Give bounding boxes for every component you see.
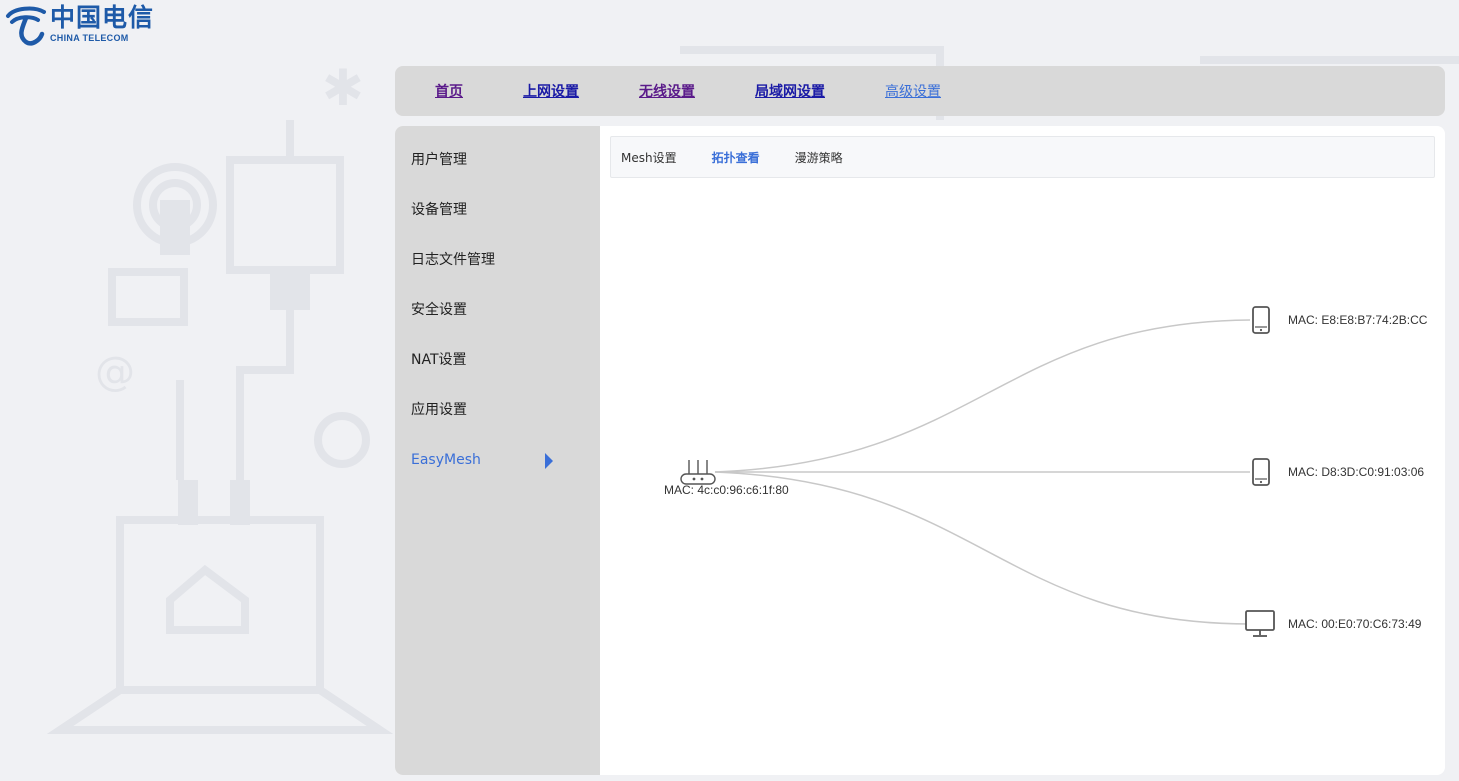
nav-home[interactable]: 首页	[435, 81, 463, 101]
sidebar-item-application-settings[interactable]: 应用设置	[411, 397, 581, 423]
phone-icon[interactable]	[1252, 306, 1270, 334]
content-area: Mesh设置 拓扑查看 漫游策略 MAC: 4c:c0:96:c6:1f:80	[600, 126, 1445, 775]
monitor-icon[interactable]	[1245, 610, 1275, 637]
sidebar-item-easymesh[interactable]: EasyMesh	[411, 447, 581, 473]
sidebar-item-user-management[interactable]: 用户管理	[411, 147, 581, 173]
china-telecom-logo: 中国电信 CHINA TELECOM	[4, 2, 154, 48]
nav-wireless-settings[interactable]: 无线设置	[639, 81, 695, 101]
telecom-emblem-icon	[6, 6, 46, 46]
brand-name-en: CHINA TELECOM	[50, 33, 129, 43]
brand-name-cn: 中国电信	[50, 3, 155, 32]
svg-text:@: @	[95, 349, 135, 395]
nav-advanced-settings[interactable]: 高级设置	[885, 81, 941, 101]
triangle-right-icon	[545, 453, 553, 469]
router-icon[interactable]	[680, 460, 716, 485]
nav-lan-settings[interactable]: 局域网设置	[755, 81, 825, 101]
svg-text:✱: ✱	[322, 59, 364, 117]
tab-roaming-policy[interactable]: 漫游策略	[795, 149, 843, 166]
topology-edge	[714, 471, 1251, 625]
sidebar-item-log-file-management[interactable]: 日志文件管理	[411, 247, 581, 273]
tab-topology-view[interactable]: 拓扑查看	[712, 149, 760, 166]
child-mac-label: MAC: D8:3D:C0:91:03:06	[1288, 465, 1424, 479]
sidebar-item-nat-settings[interactable]: NAT设置	[411, 347, 581, 373]
mesh-topology-graph: MAC: 4c:c0:96:c6:1f:80 MAC: E8:E8:B7:74:…	[664, 306, 1428, 637]
sidebar-item-security-settings[interactable]: 安全设置	[411, 297, 581, 323]
main-panel: 用户管理 设备管理 日志文件管理 安全设置 NAT设置 应用设置 EasyMes…	[395, 126, 1445, 775]
sidebar: 用户管理 设备管理 日志文件管理 安全设置 NAT设置 应用设置 EasyMes…	[395, 126, 600, 775]
root-mac-label: MAC: 4c:c0:96:c6:1f:80	[664, 483, 789, 497]
sub-tab-bar: Mesh设置 拓扑查看 漫游策略	[610, 136, 1435, 178]
sidebar-item-device-management[interactable]: 设备管理	[411, 197, 581, 223]
child-mac-label: MAC: E8:E8:B7:74:2B:CC	[1288, 313, 1428, 327]
phone-icon[interactable]	[1252, 458, 1270, 486]
topology-edge	[714, 319, 1251, 473]
tab-mesh-settings[interactable]: Mesh设置	[621, 149, 677, 166]
top-navigation: 首页 上网设置 无线设置 局域网设置 高级设置	[395, 66, 1445, 116]
child-mac-label: MAC: 00:E0:70:C6:73:49	[1288, 617, 1422, 631]
nav-internet-settings[interactable]: 上网设置	[523, 81, 579, 101]
